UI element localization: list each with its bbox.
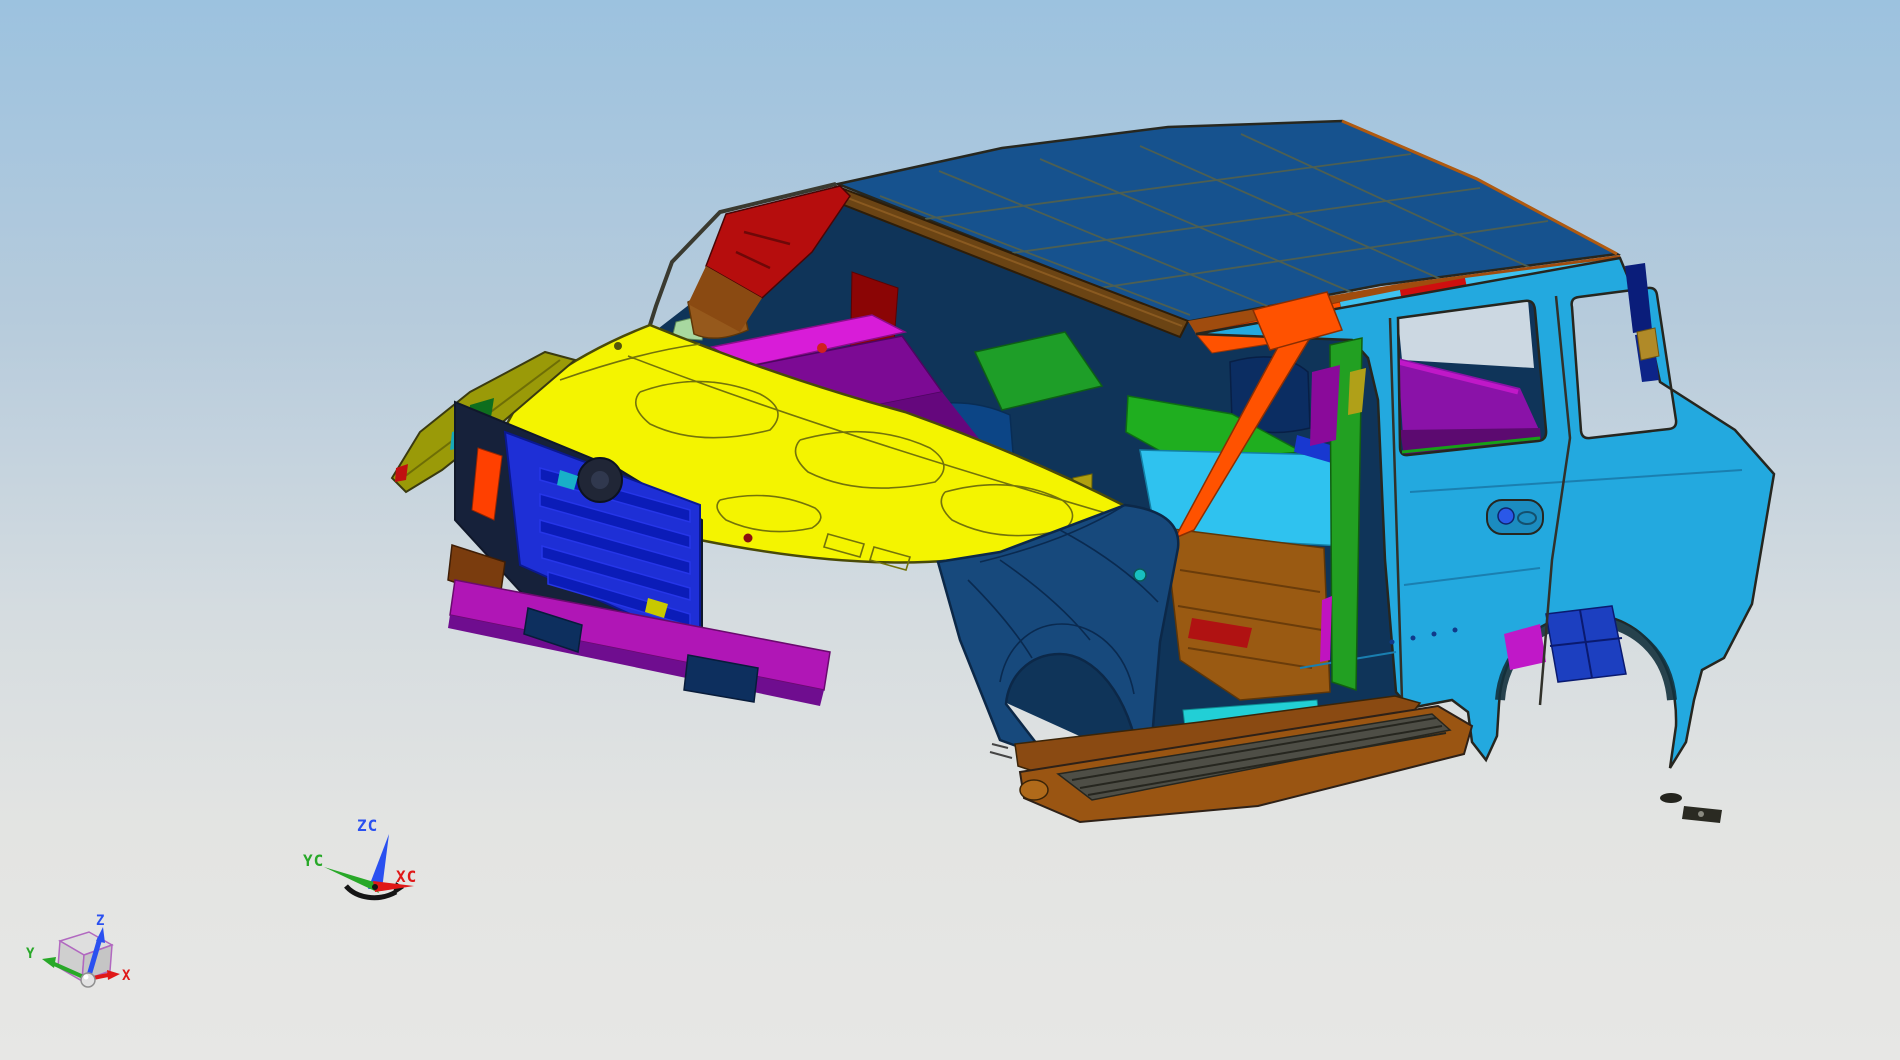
loose-part-small (1660, 793, 1682, 803)
cad-viewport[interactable]: ZC YC XC Z Y X (0, 0, 1900, 1060)
loose-parts[interactable] (1660, 793, 1722, 823)
abs-origin-sphere (81, 973, 95, 987)
wcs-z-label: ZC (357, 816, 378, 835)
abs-z-label: Z (96, 913, 104, 929)
abs-x-label: X (122, 968, 131, 984)
model-canvas[interactable]: ZC YC XC Z Y X (0, 0, 1900, 1060)
abs-triad[interactable]: Z Y X (26, 913, 131, 987)
car-body-model[interactable] (392, 121, 1774, 823)
b-pillar-trim-purple (1310, 365, 1340, 446)
wcs-z-axis[interactable] (368, 834, 389, 889)
wcs-triad[interactable]: ZC YC XC (303, 816, 417, 898)
wcs-x-label: XC (396, 867, 417, 886)
wcs-y-label: YC (303, 851, 324, 870)
abs-y-label: Y (26, 946, 35, 962)
